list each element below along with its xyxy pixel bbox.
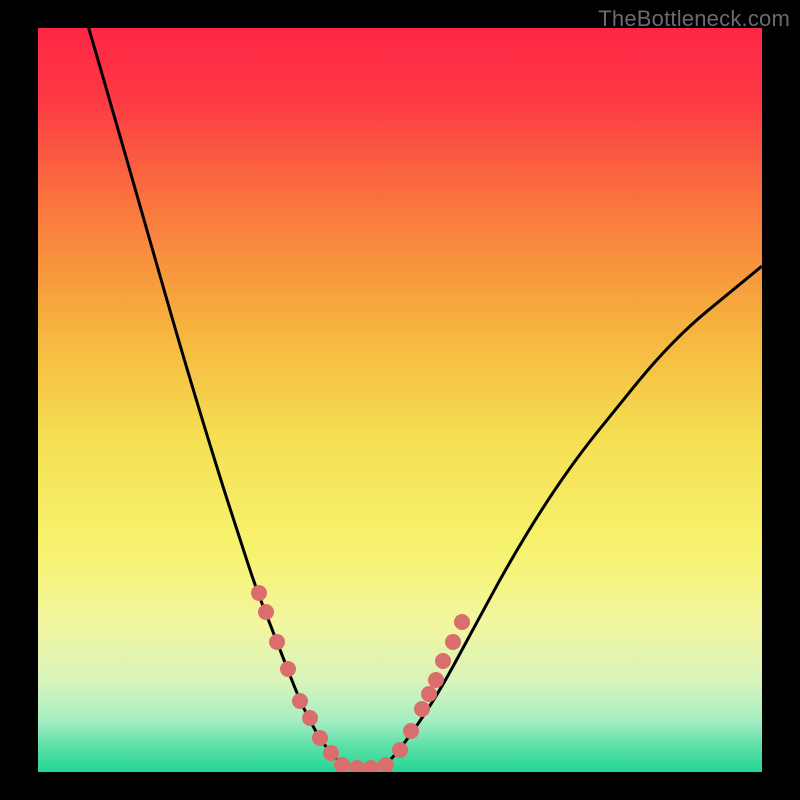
highlight-dot: [312, 730, 328, 746]
highlight-dot: [445, 634, 461, 650]
highlight-dot: [302, 710, 318, 726]
highlight-dot: [414, 701, 430, 717]
highlight-dot: [258, 604, 274, 620]
highlight-dot: [428, 672, 444, 688]
highlight-dot: [378, 757, 394, 772]
highlight-dot: [292, 693, 308, 709]
highlight-dot: [403, 723, 419, 739]
highlight-dot: [392, 742, 408, 758]
highlight-dot: [251, 585, 267, 601]
highlight-dot: [454, 614, 470, 630]
highlight-dot: [269, 634, 285, 650]
chart-stage: TheBottleneck.com: [0, 0, 800, 800]
curve-layer: [38, 28, 762, 772]
highlight-dot: [363, 760, 379, 772]
bottleneck-curve: [89, 28, 762, 768]
highlight-dot: [280, 661, 296, 677]
plot-area: [38, 28, 762, 772]
highlight-dot: [435, 653, 451, 669]
